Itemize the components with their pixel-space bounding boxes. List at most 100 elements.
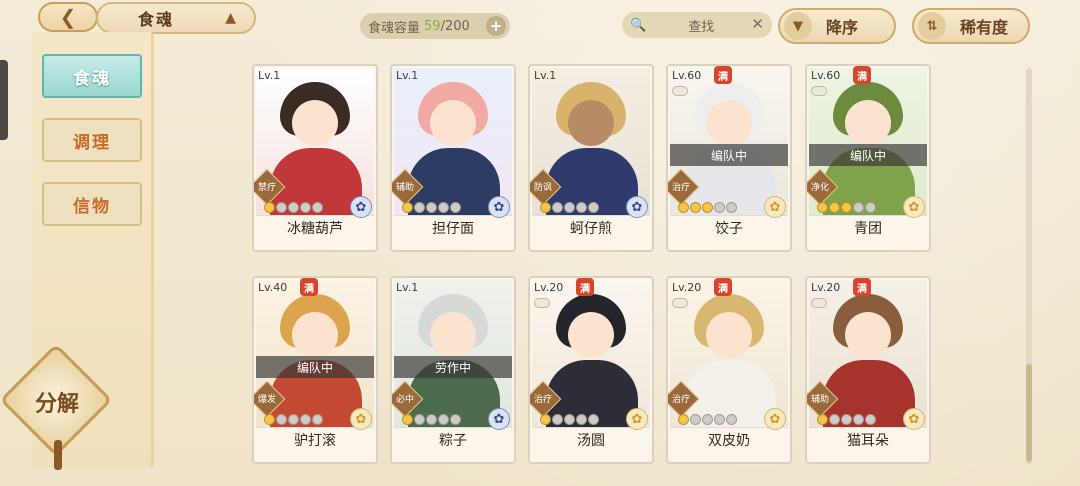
character-card[interactable]: Lv.1 防讽 ✿ 蚵仔煎 xyxy=(528,64,654,252)
rarity-filter-button[interactable]: ⇅ 稀有度 xyxy=(912,8,1030,44)
status-banner: 劳作中 xyxy=(394,356,512,378)
star-rating xyxy=(678,414,737,425)
flower-emblem-icon: ✿ xyxy=(764,196,786,218)
max-level-badge: 满 xyxy=(853,278,871,296)
close-icon[interactable]: ✕ xyxy=(751,15,764,33)
home-roof-icon[interactable]: ▲ xyxy=(225,10,236,26)
flower-emblem-icon: ✿ xyxy=(626,408,648,430)
character-name: 青团 xyxy=(854,221,882,237)
page-title-pill: 食魂 ▲ xyxy=(96,2,256,34)
character-name: 蚵仔煎 xyxy=(570,221,612,237)
level-label: Lv.1 xyxy=(396,69,419,82)
sort-order-button[interactable]: ▼ 降序 xyxy=(778,8,896,44)
level-label: Lv.20 xyxy=(811,281,841,294)
scrollbar[interactable] xyxy=(1026,68,1032,464)
search-icon: 🔍 xyxy=(630,17,647,33)
max-level-badge: 满 xyxy=(714,66,732,84)
character-card[interactable]: Lv.40 满 编队中 爆发 ✿ 驴打滚 xyxy=(252,276,378,464)
flower-emblem-icon: ✿ xyxy=(903,408,925,430)
level-label: Lv.60 xyxy=(811,69,841,82)
capacity-label: 食魂容量 xyxy=(368,20,421,36)
character-card[interactable]: Lv.60 满 编队中 净化 ✿ 青团 xyxy=(805,64,931,252)
character-card[interactable]: Lv.20 满 治疗 ✿ 双皮奶 xyxy=(666,276,792,464)
character-name: 汤圆 xyxy=(577,433,605,449)
tab-food-soul[interactable]: 食魂 xyxy=(42,54,142,98)
character-name: 冰糖葫芦 xyxy=(287,221,343,237)
role-label: 禁疗 xyxy=(257,183,276,193)
star-rating xyxy=(402,202,461,213)
star-rating xyxy=(540,202,599,213)
level-label: Lv.1 xyxy=(534,69,557,82)
role-label: 治疗 xyxy=(533,395,552,405)
character-card[interactable]: Lv.1 辅助 ✿ 担仔面 xyxy=(390,64,516,252)
status-banner: 编队中 xyxy=(256,356,374,378)
lock-toggle[interactable] xyxy=(672,298,688,308)
tab-label: 信物 xyxy=(73,196,111,217)
star-rating xyxy=(817,414,876,425)
capacity-current: 59 xyxy=(424,18,441,34)
lock-toggle[interactable] xyxy=(811,86,827,96)
flower-emblem-icon: ✿ xyxy=(350,196,372,218)
level-label: Lv.20 xyxy=(534,281,564,294)
star-rating xyxy=(678,202,737,213)
flower-emblem-icon: ✿ xyxy=(626,196,648,218)
flower-emblem-icon: ✿ xyxy=(764,408,786,430)
character-card[interactable]: Lv.1 禁疗 ✿ 冰糖葫芦 xyxy=(252,64,378,252)
search-field[interactable]: 🔍 查找 ✕ xyxy=(622,12,772,38)
tab-label: 调理 xyxy=(73,132,111,153)
max-level-badge: 满 xyxy=(853,66,871,84)
capacity-display: 食魂容量 59 /200 + xyxy=(360,13,510,39)
role-label: 治疗 xyxy=(671,395,690,405)
character-name: 双皮奶 xyxy=(708,433,750,449)
chevron-left-icon: ❮ xyxy=(59,5,77,29)
level-label: Lv.60 xyxy=(672,69,702,82)
level-label: Lv.20 xyxy=(672,281,702,294)
flower-emblem-icon: ✿ xyxy=(350,408,372,430)
scrollbar-thumb[interactable] xyxy=(1026,364,1032,462)
max-level-badge: 满 xyxy=(576,278,594,296)
character-card[interactable]: Lv.20 满 治疗 ✿ 汤圆 xyxy=(528,276,654,464)
page-title: 食魂 xyxy=(138,10,175,29)
character-card[interactable]: Lv.60 满 编队中 治疗 ✿ 饺子 xyxy=(666,64,792,252)
character-name: 饺子 xyxy=(715,221,743,237)
triangle-down-icon: ▼ xyxy=(784,12,812,40)
character-name: 猫耳朵 xyxy=(847,433,889,449)
star-rating xyxy=(264,414,323,425)
decompose-label: 分解 xyxy=(34,392,79,417)
tassel-ornament xyxy=(54,440,62,470)
character-name: 驴打滚 xyxy=(294,433,336,449)
character-name: 担仔面 xyxy=(432,221,474,237)
back-button[interactable]: ❮ xyxy=(38,2,98,32)
tab-tokens[interactable]: 信物 xyxy=(42,182,142,226)
sort-order-label: 降序 xyxy=(826,18,859,37)
status-banner: 编队中 xyxy=(670,144,788,166)
star-rating xyxy=(540,414,599,425)
screen-edge-notch xyxy=(0,60,8,140)
game-screen: ❮ 食魂 ▲ 食魂容量 59 /200 + 🔍 查找 ✕ ▼ 降序 ⇅ 稀有度 … xyxy=(0,0,1080,486)
role-label: 辅助 xyxy=(810,395,829,405)
capacity-max: /200 xyxy=(440,18,470,34)
star-rating xyxy=(402,414,461,425)
role-label: 防讽 xyxy=(533,183,552,193)
tab-cooking[interactable]: 调理 xyxy=(42,118,142,162)
lock-toggle[interactable] xyxy=(534,298,550,308)
role-label: 必中 xyxy=(395,395,414,405)
flower-emblem-icon: ✿ xyxy=(488,408,510,430)
character-card[interactable]: Lv.1 劳作中 必中 ✿ 粽子 xyxy=(390,276,516,464)
flower-emblem-icon: ✿ xyxy=(903,196,925,218)
rarity-label: 稀有度 xyxy=(960,18,1009,37)
star-rating xyxy=(817,202,876,213)
search-label: 查找 xyxy=(688,19,715,35)
add-capacity-button[interactable]: + xyxy=(486,16,506,36)
role-label: 爆发 xyxy=(257,395,276,405)
level-label: Lv.1 xyxy=(396,281,419,294)
role-label: 净化 xyxy=(810,183,829,193)
role-label: 辅助 xyxy=(395,183,414,193)
role-label: 治疗 xyxy=(671,183,690,193)
lock-toggle[interactable] xyxy=(672,86,688,96)
lock-toggle[interactable] xyxy=(811,298,827,308)
flower-emblem-icon: ✿ xyxy=(488,196,510,218)
sort-arrows-icon: ⇅ xyxy=(918,12,946,40)
character-card[interactable]: Lv.20 满 辅助 ✿ 猫耳朵 xyxy=(805,276,931,464)
max-level-badge: 满 xyxy=(300,278,318,296)
